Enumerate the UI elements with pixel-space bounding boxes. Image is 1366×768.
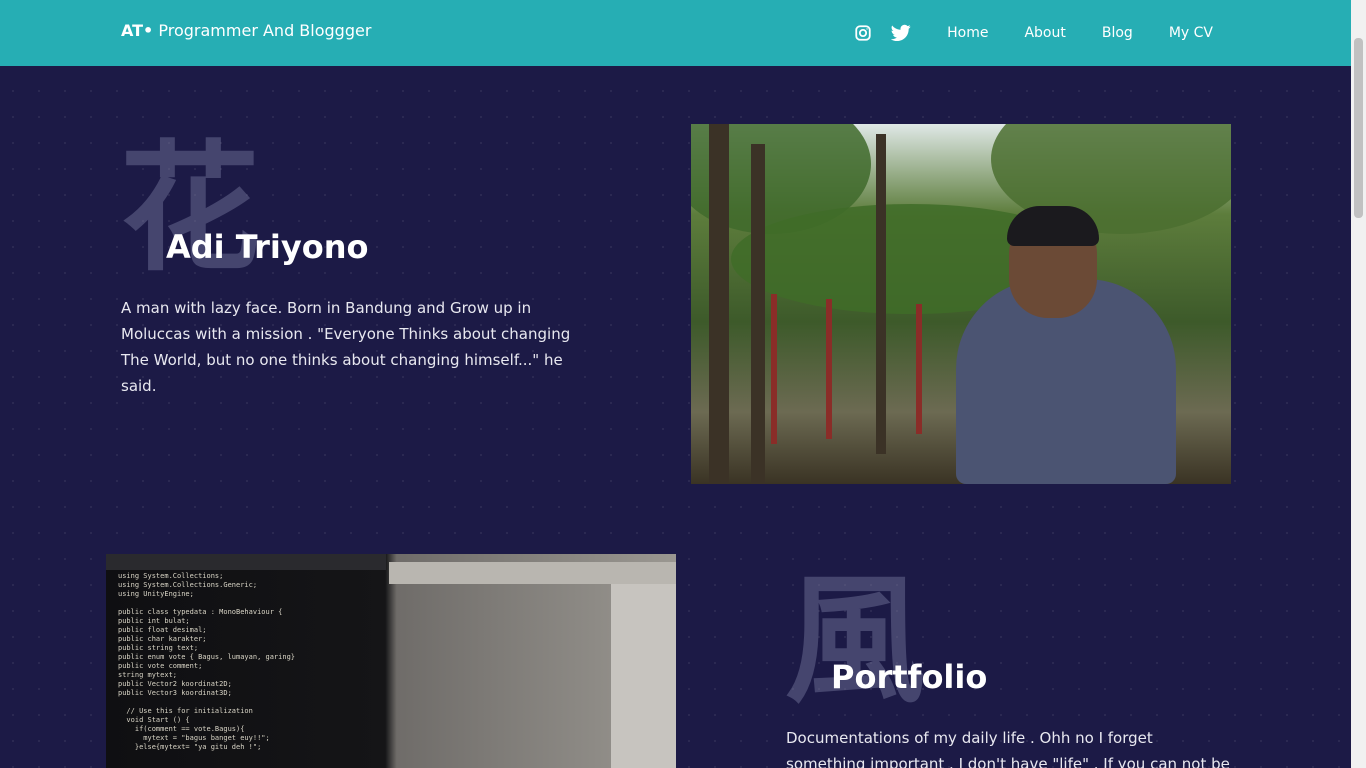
nav-cv-link[interactable]: My CV xyxy=(1169,25,1213,41)
brand-initials: AT• xyxy=(121,21,154,40)
brand-logo-link[interactable]: AT• Programmer And Bloggger xyxy=(121,21,371,40)
nav-home-link[interactable]: Home xyxy=(947,25,988,41)
nav-blog-link[interactable]: Blog xyxy=(1102,25,1133,41)
page-scrollbar[interactable] xyxy=(1351,0,1366,768)
twitter-icon[interactable] xyxy=(891,23,911,43)
portfolio-heading: Portfolio xyxy=(831,658,988,696)
instagram-icon[interactable] xyxy=(853,23,873,43)
portfolio-description-text: Documentations of my daily life . Ohh no… xyxy=(786,729,1230,768)
nav-menu: Home About Blog My CV xyxy=(853,0,1213,66)
profile-photo xyxy=(691,124,1231,484)
about-bio-text: A man with lazy face. Born in Bandung an… xyxy=(121,299,571,395)
about-name-heading: Adi Triyono xyxy=(166,228,369,266)
code-screenshot-photo: using System.Collections; using System.C… xyxy=(106,554,676,768)
brand-title: Programmer And Bloggger xyxy=(158,21,372,40)
scrollbar-thumb[interactable] xyxy=(1354,38,1363,218)
top-navbar: AT• Programmer And Bloggger Home About B… xyxy=(0,0,1351,66)
nav-about-link[interactable]: About xyxy=(1024,25,1065,41)
